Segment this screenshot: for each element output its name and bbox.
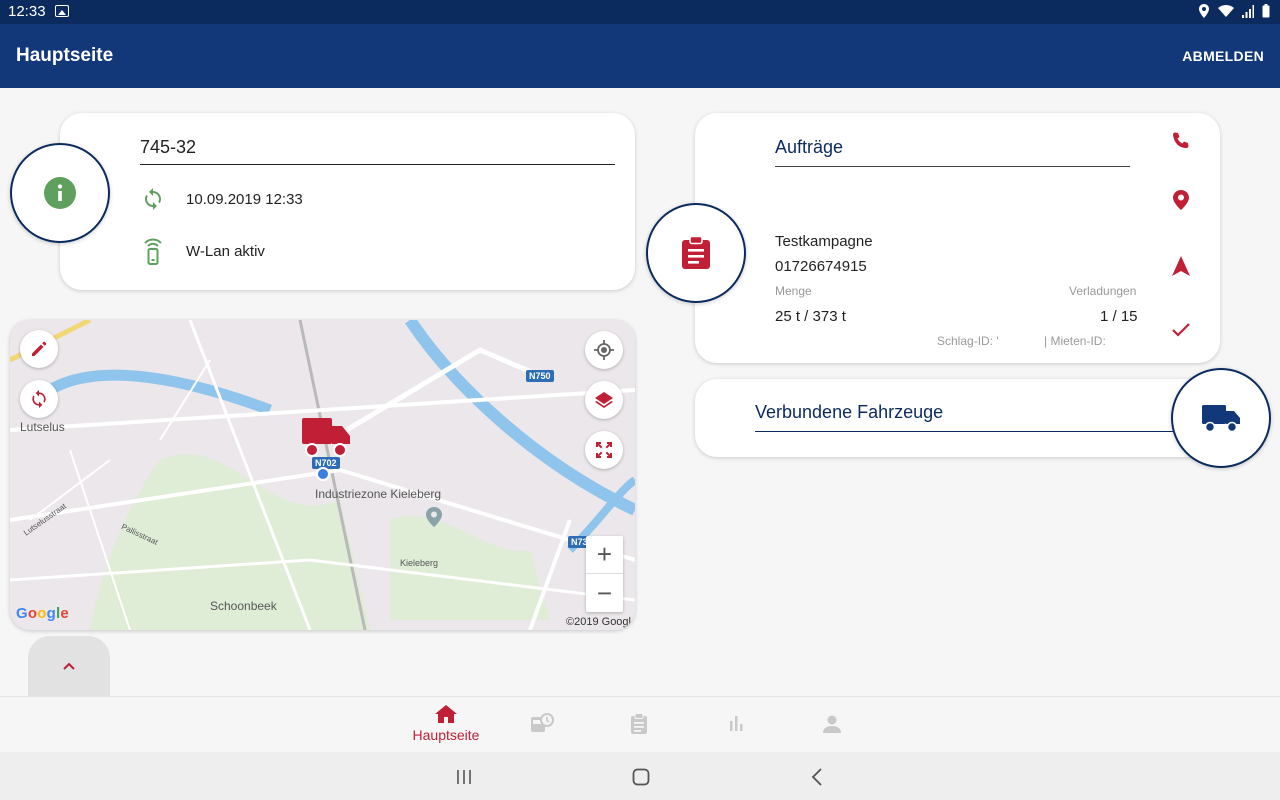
back-chevron-icon	[811, 768, 822, 786]
truck-icon	[1202, 405, 1240, 433]
battery-status-icon	[1262, 4, 1270, 18]
sync-icon	[140, 187, 166, 211]
verladungen-label: Verladungen	[1069, 284, 1137, 298]
app-bar: Hauptseite ABMELDEN	[0, 24, 1280, 88]
nav-statistics[interactable]	[696, 715, 776, 731]
map-copyright: ©2019 Googl	[566, 616, 631, 628]
navigation-arrow-icon	[1172, 256, 1190, 276]
menge-label: Menge	[775, 284, 812, 298]
navigate-button[interactable]	[1167, 256, 1195, 276]
verladungen-value: 1 / 15	[1100, 308, 1138, 325]
info-card: 745-32 10.09.2019 12:33 W-Lan aktiv	[60, 113, 635, 290]
zoom-in-button[interactable]: +	[586, 536, 623, 574]
vehicles-card: Verbundene Fahrzeuge	[695, 379, 1220, 457]
campaign-name: Testkampagne	[775, 233, 873, 250]
vehicles-circle-button[interactable]	[1171, 368, 1271, 468]
back-button[interactable]	[797, 764, 837, 790]
map-label-kieleberg: Kieleberg	[400, 558, 439, 568]
call-button[interactable]	[1167, 131, 1195, 151]
pencil-icon	[32, 341, 47, 356]
image-notification-icon	[55, 5, 69, 17]
fullscreen-button[interactable]	[585, 431, 623, 469]
person-icon	[823, 715, 841, 733]
place-pin-icon[interactable]	[426, 507, 442, 527]
contact-phone: 01726674915	[775, 258, 867, 275]
clipboard-icon	[631, 713, 647, 734]
location-status-icon	[1199, 4, 1209, 18]
checkmark-icon	[1172, 323, 1190, 337]
zoom-out-button[interactable]: −	[586, 574, 623, 612]
nav-home[interactable]: Hauptseite	[406, 705, 486, 743]
map-label-schoonbeek: Schoonbeek	[210, 599, 277, 613]
home-system-button[interactable]	[621, 764, 661, 790]
mieten-id: | Mieten-ID:	[1044, 334, 1106, 348]
orders-circle-button[interactable]	[646, 203, 746, 303]
recent-apps-button[interactable]	[444, 764, 484, 790]
nav-home-label: Hauptseite	[412, 727, 480, 743]
signal-status-icon	[1242, 4, 1254, 18]
schlag-id: Schlag-ID: '	[937, 334, 999, 348]
info-circle-button[interactable]	[10, 143, 110, 243]
bottom-navigation: Hauptseite	[0, 696, 1280, 752]
status-icons	[1198, 4, 1270, 18]
map-layers-button[interactable]	[585, 381, 623, 419]
crosshair-icon	[594, 340, 614, 360]
page-title: Hauptseite	[16, 45, 114, 66]
bar-chart-icon	[730, 716, 743, 731]
logout-button[interactable]: ABMELDEN	[1182, 48, 1264, 64]
system-navigation-bar	[0, 752, 1280, 800]
vehicles-title: Verbundene Fahrzeuge	[755, 402, 1175, 432]
clipboard-icon	[682, 236, 710, 269]
my-location-button[interactable]	[585, 331, 623, 369]
map-label-lutselus: Lutselus	[20, 420, 65, 434]
bus-clock-icon	[531, 713, 554, 732]
chevron-up-icon	[63, 662, 75, 670]
vehicle-id: 745-32	[140, 137, 615, 165]
info-icon	[44, 177, 76, 209]
confirm-button[interactable]	[1167, 323, 1195, 337]
map-view[interactable]: Lutselus Industriezone Kieleberg Schoonb…	[10, 320, 635, 630]
sync-row: 10.09.2019 12:33	[140, 187, 303, 211]
nav-profile[interactable]	[792, 715, 872, 733]
sync-icon	[32, 389, 46, 409]
status-bar: 12:33	[0, 0, 1280, 24]
expand-panel-button[interactable]	[28, 636, 110, 696]
home-icon	[435, 705, 457, 723]
nav-vehicle-history[interactable]	[502, 713, 582, 735]
sync-time: 10.09.2019 12:33	[186, 190, 303, 208]
fullscreen-icon	[596, 442, 612, 458]
wifi-status-icon	[1218, 5, 1234, 17]
phone-icon	[1173, 132, 1189, 148]
layers-icon	[595, 392, 613, 408]
google-logo: Google	[16, 605, 69, 622]
refresh-map-button[interactable]	[20, 380, 58, 418]
orders-card: Aufträge Testkampagne 01726674915 Menge …	[695, 113, 1220, 363]
status-time: 12:33	[8, 3, 46, 20]
location-button[interactable]	[1167, 190, 1195, 210]
nav-orders[interactable]	[599, 713, 679, 735]
wifi-status: W-Lan aktiv	[186, 242, 265, 260]
truck-marker-icon[interactable]	[300, 414, 352, 458]
menge-value: 25 t / 373 t	[775, 308, 846, 325]
road-tag-n750: N750	[526, 370, 554, 382]
edit-map-button[interactable]	[20, 330, 58, 368]
map-pin-icon	[1173, 190, 1189, 210]
map-label-industriezone: Industriezone Kieleberg	[315, 487, 442, 501]
orders-title: Aufträge	[775, 137, 1130, 167]
home-square-icon	[632, 768, 650, 786]
recent-apps-icon	[457, 770, 471, 784]
current-location-dot	[316, 467, 330, 481]
zoom-controls: + −	[586, 536, 623, 612]
wifi-router-icon	[140, 237, 166, 265]
wifi-row: W-Lan aktiv	[140, 237, 265, 265]
